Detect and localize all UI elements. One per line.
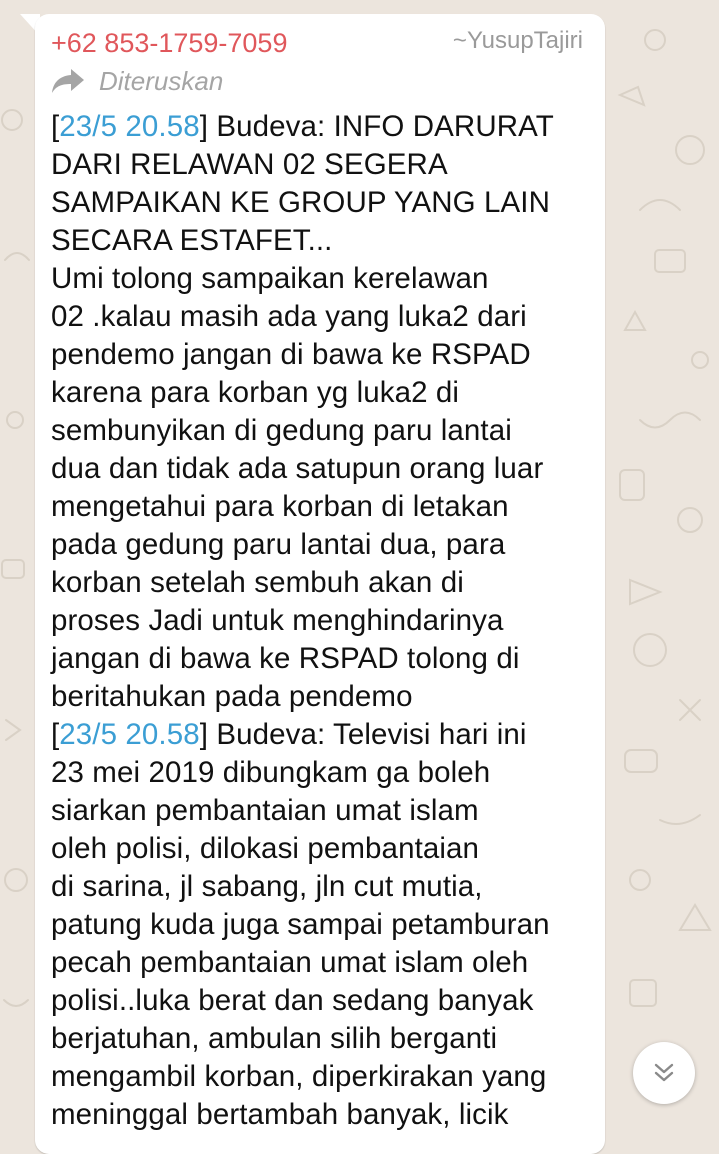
message-text: [23/5 20.58] Budeva: INFO DARURAT DARI RE… [51, 108, 596, 1134]
message-line: pendemo jangan di bawa ke RSPAD [51, 336, 596, 374]
message-line: polisi..luka berat dan sedang banyak [51, 982, 596, 1020]
message-line: [23/5 20.58] Budeva: Televisi hari ini [51, 716, 596, 754]
message-line: jangan di bawa ke RSPAD tolong di [51, 640, 596, 678]
double-chevron-down-icon [654, 1063, 674, 1082]
message-line: DARI RELAWAN 02 SEGERA [51, 146, 596, 184]
line-text: pecah pembantaian umat islam oleh [51, 946, 529, 979]
message-line: pecah pembantaian umat islam oleh [51, 944, 596, 982]
message-line: siarkan pembantaian umat islam [51, 792, 596, 830]
line-text: korban setelah sembuh akan di [51, 566, 464, 599]
forwarded-label: Diteruskan [99, 66, 224, 96]
message-line: pada gedung paru lantai dua, para [51, 526, 596, 564]
message-line: mengambil korban, diperkirakan yang [51, 1058, 596, 1096]
line-text: 23 mei 2019 dibungkam ga boleh [51, 756, 491, 789]
line-text: karena para korban yg luka2 di [51, 376, 460, 409]
line-text: proses Jadi untuk menghindarinya [51, 604, 504, 637]
message-line: SECARA ESTAFET... [51, 222, 596, 260]
message-line: sembunyikan di gedung paru lantai [51, 412, 596, 450]
line-text: pada gedung paru lantai dua, para [51, 528, 506, 561]
line-text: berjatuhan, ambulan silih berganti [51, 1022, 498, 1055]
scroll-to-bottom-button[interactable] [633, 1042, 695, 1104]
message-line: [23/5 20.58] Budeva: INFO DARURAT [51, 108, 596, 146]
line-text: ] Budeva: INFO DARURAT [199, 110, 554, 143]
message-line: di sarina, jl sabang, jln cut mutia, [51, 868, 596, 906]
line-text: meninggal bertambah banyak, licik [51, 1098, 509, 1131]
line-text: beritahukan pada pendemo [51, 680, 413, 713]
message-line: oleh polisi, dilokasi pembantaian [51, 830, 596, 868]
message-line: proses Jadi untuk menghindarinya [51, 602, 596, 640]
sender-push-name: ~YusupTajiri [452, 27, 583, 54]
message-line: patung kuda juga sampai petamburan [51, 906, 596, 944]
message-line: 02 .kalau masih ada yang luka2 dari [51, 298, 596, 336]
message-line: SAMPAIKAN KE GROUP YANG LAIN [51, 184, 596, 222]
forward-arrow-icon [52, 69, 84, 93]
line-text: SECARA ESTAFET... [51, 224, 333, 257]
line-text: dua dan tidak ada satupun orang luar [51, 452, 544, 485]
line-text: oleh polisi, dilokasi pembantaian [51, 832, 480, 865]
line-text: jangan di bawa ke RSPAD tolong di [51, 642, 520, 675]
message-line: 23 mei 2019 dibungkam ga boleh [51, 754, 596, 792]
line-text: SAMPAIKAN KE GROUP YANG LAIN [51, 186, 550, 219]
sender-header: +62 853-1759-7059 ~YusupTajiri [51, 26, 583, 60]
line-text: Umi tolong sampaikan kerelawan [51, 262, 489, 295]
message-line: dua dan tidak ada satupun orang luar [51, 450, 596, 488]
line-text: ] Budeva: Televisi hari ini [199, 718, 527, 751]
line-text: sembunyikan di gedung paru lantai [51, 414, 512, 447]
message-line: Umi tolong sampaikan kerelawan [51, 260, 596, 298]
message-line: mengetahui para korban di letakan [51, 488, 596, 526]
sender-phone-number[interactable]: +62 853-1759-7059 [51, 26, 287, 60]
line-text: DARI RELAWAN 02 SEGERA [51, 148, 448, 181]
line-text: di sarina, jl sabang, jln cut mutia, [51, 870, 483, 903]
timestamp-link[interactable]: 23/5 20.58 [59, 110, 199, 143]
message-line: meninggal bertambah banyak, licik [51, 1096, 596, 1134]
line-text: polisi..luka berat dan sedang banyak [51, 984, 534, 1017]
message-line: korban setelah sembuh akan di [51, 564, 596, 602]
message-line: berjatuhan, ambulan silih berganti [51, 1020, 596, 1058]
line-text: patung kuda juga sampai petamburan [51, 908, 550, 941]
forwarded-indicator: Diteruskan [51, 64, 351, 100]
line-text: mengambil korban, diperkirakan yang [51, 1060, 547, 1093]
timestamp-link[interactable]: 23/5 20.58 [59, 718, 199, 751]
line-text: pendemo jangan di bawa ke RSPAD [51, 338, 531, 371]
line-text: siarkan pembantaian umat islam [51, 794, 479, 827]
line-text: mengetahui para korban di letakan [51, 490, 509, 523]
message-line: karena para korban yg luka2 di [51, 374, 596, 412]
message-line: beritahukan pada pendemo [51, 678, 596, 716]
line-text: 02 .kalau masih ada yang luka2 dari [51, 300, 527, 333]
